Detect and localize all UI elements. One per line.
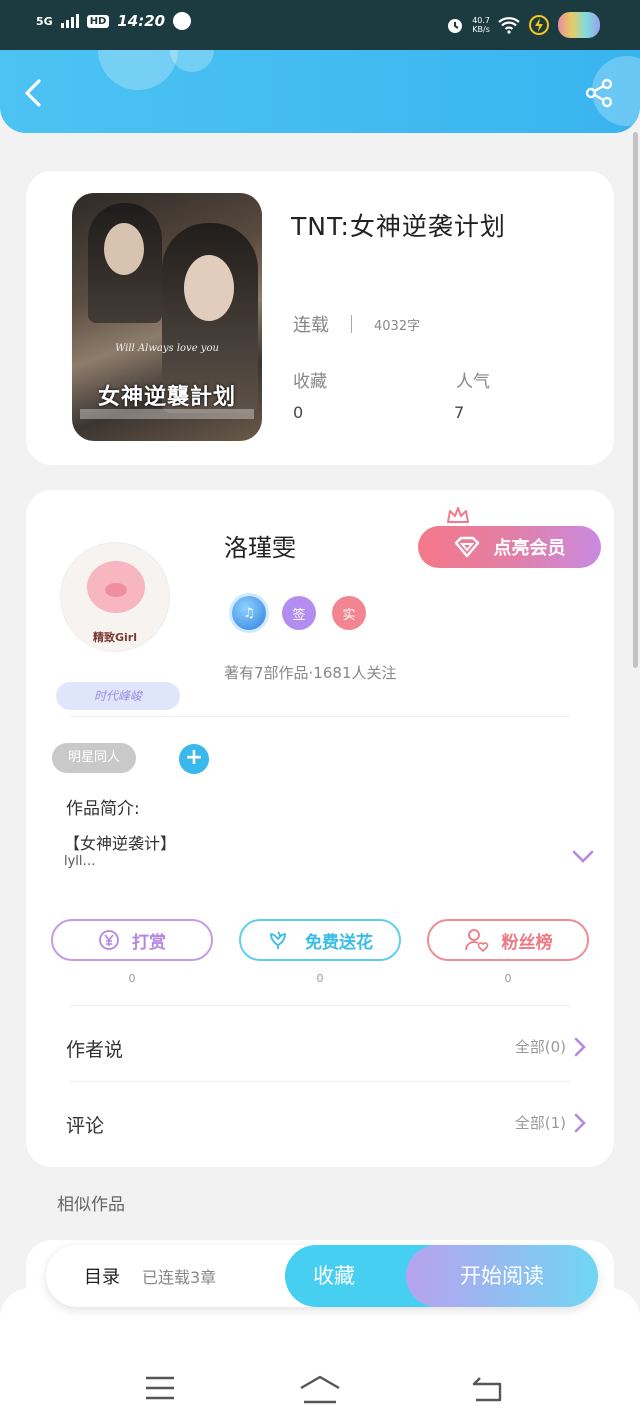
divider xyxy=(70,716,570,717)
music-note-icon[interactable]: ♫ xyxy=(232,596,266,630)
flower-label: 免费送花 xyxy=(305,932,373,953)
crown-icon xyxy=(447,507,469,523)
author-notes-all-link[interactable]: 全部(0) xyxy=(515,1036,586,1057)
start-reading-button[interactable]: 开始阅读 xyxy=(406,1245,598,1307)
chevron-right-icon xyxy=(574,1113,586,1132)
author-badges: ♫ 签 实 xyxy=(232,596,366,630)
rainbow-sticker-icon xyxy=(558,12,600,38)
cover-face xyxy=(184,255,234,321)
alarm-icon xyxy=(448,19,463,33)
cover-subtitle: Will Always love you xyxy=(115,343,219,354)
sign-badge-icon[interactable]: 签 xyxy=(282,596,316,630)
stat-favorites-label: 收藏 xyxy=(293,372,327,392)
avatar-label: 精致Girl xyxy=(93,631,137,644)
activate-vip-button[interactable]: 点亮会员 xyxy=(418,526,601,568)
genre-tag[interactable]: 明星同人 xyxy=(52,743,137,773)
decor-bubble xyxy=(170,50,214,72)
status-left: 5G HD 14:20 xyxy=(36,12,192,30)
status-right: 40.7 KB/s xyxy=(446,12,600,38)
decor-bubble xyxy=(98,50,178,90)
fans-rank-button[interactable]: 粉丝榜 xyxy=(427,919,589,961)
menu-icon[interactable] xyxy=(144,1374,176,1402)
book-meta: 连载 4032字 xyxy=(293,311,420,337)
bottom-action-bar: 目录 已连载3章 收藏 开始阅读 xyxy=(46,1245,598,1307)
battery-charging-icon xyxy=(529,15,549,35)
diamond-icon xyxy=(454,536,479,558)
hd-badge: HD xyxy=(86,14,110,28)
pig-snout xyxy=(105,583,127,597)
flower-count: 0 xyxy=(316,972,324,985)
back-button[interactable] xyxy=(16,76,50,110)
book-title: TNT:女神逆袭计划 xyxy=(291,212,506,241)
back-nav-icon[interactable] xyxy=(470,1374,504,1402)
reward-count: 0 xyxy=(128,972,136,985)
share-button[interactable] xyxy=(582,76,616,110)
cover-title: 女神逆襲計划 xyxy=(97,384,236,410)
send-flower-button[interactable]: 免费送花 xyxy=(239,919,401,961)
author-notes-count: 全部(0) xyxy=(514,1038,566,1056)
toc-chapters: 已连载3章 xyxy=(142,1268,217,1287)
intro-label: 作品简介: xyxy=(66,799,140,819)
author-stats: 著有7部作品·1681人关注 xyxy=(224,664,397,682)
speed-unit: KB/s xyxy=(472,25,490,34)
reward-button[interactable]: 打赏 xyxy=(51,919,213,961)
author-notes-title: 作者说 xyxy=(66,1039,124,1061)
signal-icon xyxy=(60,14,79,28)
toc-label: 目录 xyxy=(84,1267,120,1288)
divider xyxy=(70,1005,570,1006)
stat-favorites-value: 0 xyxy=(293,403,304,422)
add-tag-button[interactable]: + xyxy=(179,744,209,774)
stat-popularity-value: 7 xyxy=(454,403,465,422)
clock-icon xyxy=(173,12,192,30)
cover-face xyxy=(104,223,144,275)
status-bar: 5G HD 14:20 40.7 KB/s xyxy=(0,0,640,50)
author-name[interactable]: 洛瑾雯 xyxy=(224,528,296,563)
top-header xyxy=(0,50,640,133)
book-word-count: 4032字 xyxy=(374,318,421,334)
system-nav-bar xyxy=(0,1360,640,1420)
network-speed: 40.7 KB/s xyxy=(472,16,490,34)
share-icon xyxy=(585,78,613,108)
comments-all-link[interactable]: 全部(1) xyxy=(515,1112,586,1133)
back-icon xyxy=(25,79,41,107)
yuan-icon xyxy=(99,930,119,950)
real-badge-icon[interactable]: 实 xyxy=(332,596,366,630)
divider xyxy=(70,1081,570,1082)
cover-strip xyxy=(80,409,254,419)
vip-button-label: 点亮会员 xyxy=(493,538,566,559)
intro-text: 【女神逆袭计】 xyxy=(64,834,177,853)
book-info-card: Will Always love you 女神逆襲計划 TNT:女神逆袭计划 连… xyxy=(26,171,614,465)
book-cover[interactable]: Will Always love you 女神逆襲計划 xyxy=(72,193,262,441)
author-badge: 时代峰峻 xyxy=(56,682,180,710)
intro-more: lyll… xyxy=(64,854,96,869)
chevron-right-icon xyxy=(574,1037,586,1056)
comments-count: 全部(1) xyxy=(514,1114,566,1132)
fans-label: 粉丝榜 xyxy=(501,932,553,953)
comments-title: 评论 xyxy=(66,1115,105,1137)
scrollbar[interactable] xyxy=(633,132,638,668)
author-card: 精致Girl 时代峰峻 洛瑾雯 点亮会员 ♫ 签 实 著有7部作品·1681人关… xyxy=(26,490,614,1167)
table-of-contents-button[interactable]: 目录 已连载3章 xyxy=(84,1245,216,1307)
book-status: 连载 xyxy=(293,315,329,336)
network-type: 5G xyxy=(36,14,53,28)
reward-label: 打赏 xyxy=(132,932,166,953)
status-time: 14:20 xyxy=(117,12,166,30)
similar-works-title: 相似作品 xyxy=(57,1195,125,1215)
stat-popularity-label: 人气 xyxy=(456,372,490,392)
wifi-icon xyxy=(498,17,520,34)
expand-chevron-icon[interactable] xyxy=(572,850,594,864)
fans-count: 0 xyxy=(504,972,512,985)
speed-value: 40.7 xyxy=(472,16,490,25)
home-icon[interactable] xyxy=(298,1374,342,1404)
flower-icon xyxy=(270,931,286,949)
avatar[interactable]: 精致Girl xyxy=(60,542,170,652)
meta-divider xyxy=(351,315,352,333)
fans-icon xyxy=(464,929,488,952)
